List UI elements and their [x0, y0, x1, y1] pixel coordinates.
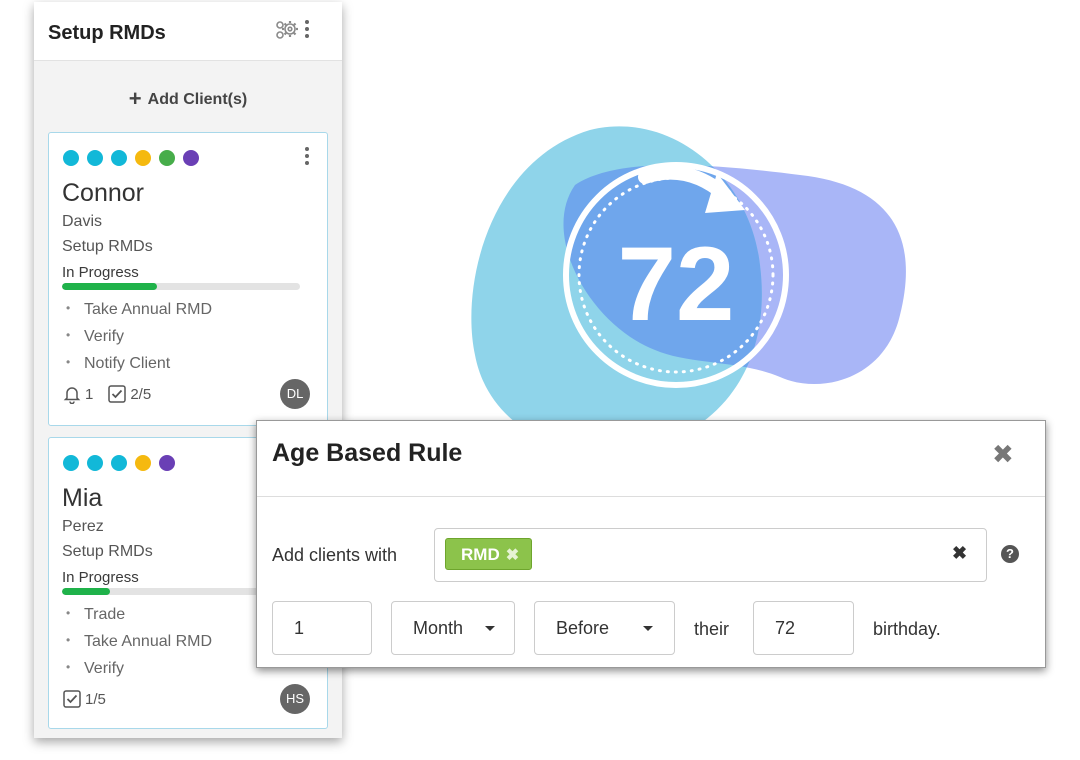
- chevron-down-icon: [485, 626, 495, 631]
- progress-bar: [62, 283, 300, 290]
- progress-fill: [62, 588, 110, 595]
- unit-select[interactable]: Month: [391, 601, 515, 655]
- age-number: 72: [618, 226, 735, 343]
- offset-input[interactable]: 1: [272, 601, 372, 655]
- relation-select[interactable]: Before: [534, 601, 675, 655]
- dialog-title: Age Based Rule: [272, 439, 463, 467]
- client-first-name: Connor: [62, 179, 144, 207]
- color-dot: [159, 455, 175, 471]
- tag-dots: [63, 455, 175, 471]
- add-client-label: Add Client(s): [147, 91, 248, 108]
- tag-input[interactable]: RMD ✖ ✖: [434, 528, 987, 582]
- checkbox-icon: [63, 690, 81, 708]
- panel-title: Setup RMDs: [48, 22, 166, 44]
- add-client-button[interactable]: + Add Client(s): [34, 86, 342, 112]
- avatar[interactable]: DL: [280, 379, 310, 409]
- rmd-tag[interactable]: RMD ✖: [445, 538, 533, 570]
- workflow-name: Setup RMDs: [62, 543, 153, 560]
- clear-icon[interactable]: ✖: [952, 543, 967, 564]
- progress-fill: [62, 283, 158, 290]
- status-label: In Progress: [62, 264, 139, 281]
- color-dot: [159, 150, 175, 166]
- color-dot: [135, 455, 151, 471]
- task-list: • Take Annual RMD • Verify • Notify Client: [62, 297, 212, 378]
- client-last-name: Perez: [62, 518, 104, 535]
- workflow-name: Setup RMDs: [62, 238, 153, 255]
- checkbox-icon: [108, 385, 127, 403]
- add-clients-label: Add clients with: [272, 545, 398, 565]
- color-dot: [111, 455, 127, 471]
- color-dot: [183, 150, 199, 166]
- birthday-label: birthday.: [873, 619, 941, 639]
- close-icon[interactable]: ✖: [992, 441, 1014, 467]
- status-label: In Progress: [62, 569, 139, 586]
- task-item[interactable]: • Trade: [62, 602, 212, 629]
- tag-dots: [63, 150, 199, 166]
- task-item[interactable]: • Notify Client: [62, 351, 212, 378]
- task-item[interactable]: • Take Annual RMD: [62, 297, 212, 324]
- gears-icon[interactable]: [274, 19, 300, 46]
- age-input[interactable]: 72: [753, 601, 854, 655]
- color-dot: [87, 455, 103, 471]
- alerts-count[interactable]: 1: [62, 384, 93, 404]
- task-item[interactable]: • Verify: [62, 656, 212, 683]
- card-kebab-icon[interactable]: [305, 147, 309, 168]
- avatar[interactable]: HS: [280, 684, 310, 714]
- task-list: • Trade • Take Annual RMD • Verify: [62, 602, 212, 683]
- color-dot: [63, 455, 79, 471]
- task-item[interactable]: • Take Annual RMD: [62, 629, 212, 656]
- plus-icon: +: [128, 86, 142, 111]
- color-dot: [63, 150, 79, 166]
- panel-kebab-icon[interactable]: [305, 20, 309, 41]
- task-item[interactable]: • Verify: [62, 324, 212, 351]
- card-meta: 1 2/5: [62, 384, 165, 404]
- help-icon[interactable]: ?: [1001, 545, 1019, 563]
- bell-icon: [63, 387, 81, 404]
- remove-tag-icon[interactable]: ✖: [506, 547, 519, 564]
- color-dot: [87, 150, 103, 166]
- panel-header: Setup RMDs: [34, 2, 342, 61]
- card-meta: 1/5: [62, 689, 120, 709]
- client-card[interactable]: Connor Davis Setup RMDs In Progress • Tak…: [48, 132, 328, 426]
- age-72-illustration: 72: [440, 115, 920, 465]
- chevron-down-icon: [643, 626, 653, 631]
- client-last-name: Davis: [62, 213, 103, 230]
- their-label: their: [694, 619, 730, 639]
- checklist-count[interactable]: 1/5: [62, 689, 106, 709]
- divider: [257, 496, 1045, 497]
- age-based-rule-dialog: Age Based Rule ✖ Add clients with RMD ✖ ✖…: [256, 420, 1046, 668]
- client-first-name: Mia: [62, 484, 103, 512]
- checklist-count[interactable]: 2/5: [107, 384, 151, 404]
- color-dot: [111, 150, 127, 166]
- color-dot: [135, 150, 151, 166]
